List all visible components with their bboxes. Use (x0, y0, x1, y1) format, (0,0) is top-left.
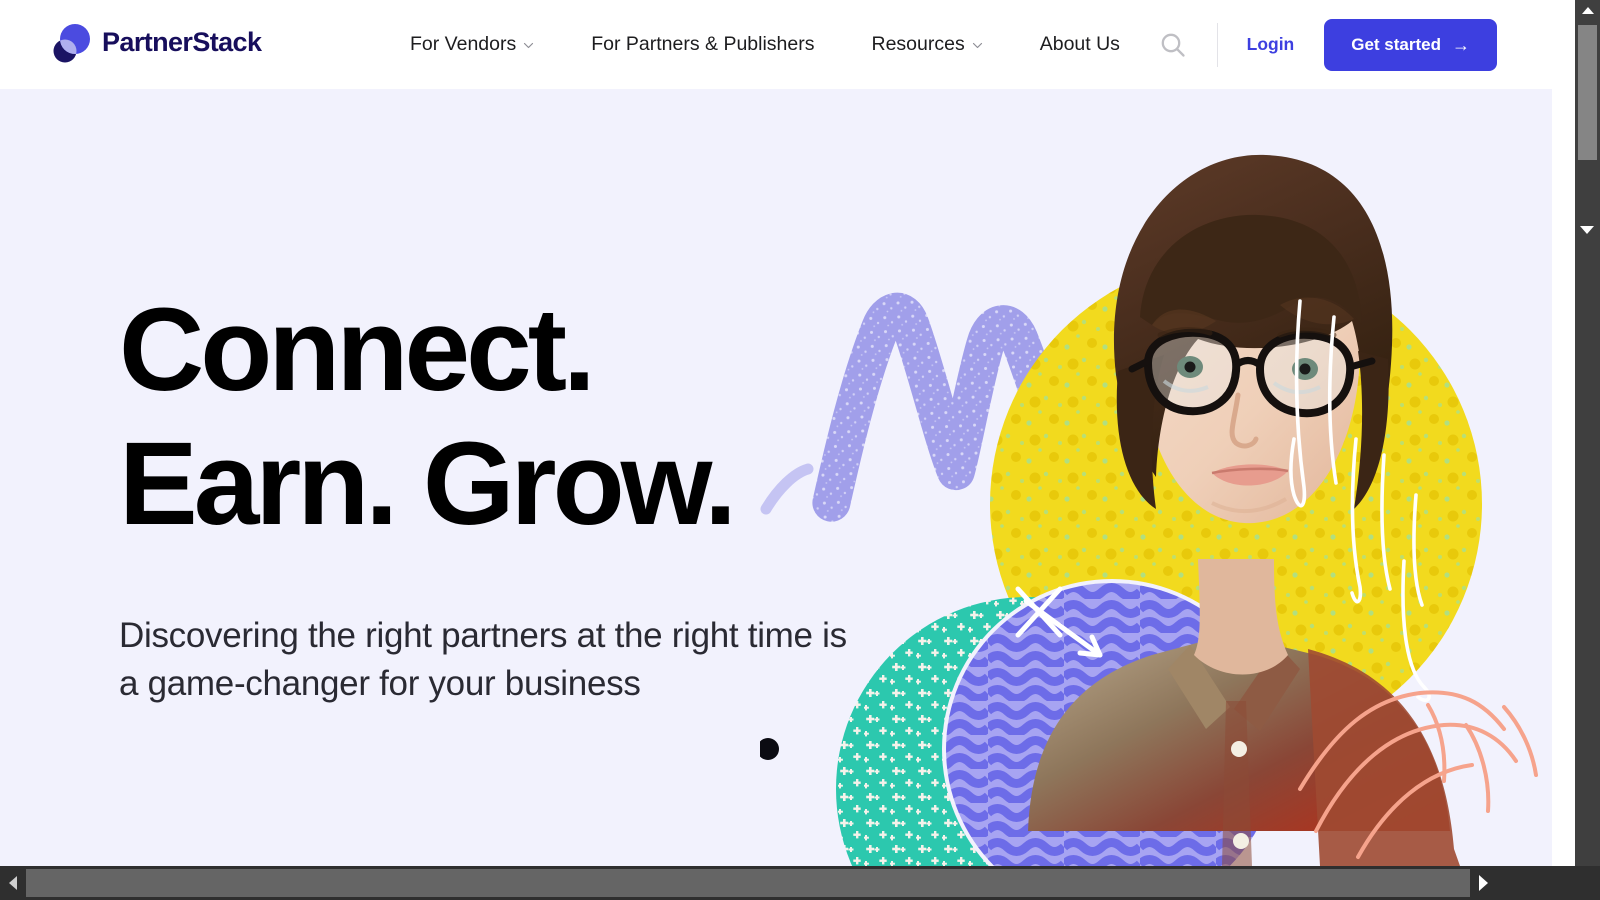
nav-label-about-us: About Us (1039, 33, 1120, 55)
brand-name: PartnerStack (102, 27, 262, 57)
scroll-right-button[interactable] (1470, 866, 1496, 900)
header-divider (1216, 22, 1218, 67)
black-dot (760, 738, 779, 760)
page-content: PartnerStack For Vendors For Partners & … (0, 0, 1552, 866)
arrow-right-icon: → (1452, 34, 1470, 55)
scroll-up-button[interactable] (1575, 0, 1600, 21)
hero-title-line-1: Connect. (119, 284, 596, 416)
search-button[interactable] (1156, 28, 1190, 62)
scroll-left-button[interactable] (0, 866, 26, 900)
brand-logo-link[interactable]: PartnerStack (51, 20, 262, 65)
main-navigation: For Vendors For Partners & Publishers Re… (410, 0, 1120, 89)
triangle-up-icon (1581, 7, 1594, 14)
triangle-down-icon (1580, 226, 1594, 234)
nav-label-for-vendors: For Vendors (410, 33, 517, 55)
nav-item-about-us[interactable]: About Us (1040, 33, 1120, 56)
get-started-label: Get started (1351, 34, 1441, 54)
vertical-scrollbar[interactable] (1575, 0, 1600, 866)
nav-item-for-partners-and-publishers[interactable]: For Partners & Publishers (591, 33, 814, 56)
hero-title: Connect. Earn. Grow. (119, 291, 919, 551)
chevron-down-icon (523, 40, 534, 51)
triangle-left-icon (9, 876, 17, 890)
login-link[interactable]: Login (1247, 34, 1295, 55)
search-icon (1158, 30, 1188, 60)
nav-label-resources: Resources (871, 33, 965, 55)
partnerstack-circles-logo-icon (51, 20, 91, 65)
hero-copy: Connect. Earn. Grow. Discovering the rig… (119, 291, 919, 709)
chevron-down-icon (972, 40, 983, 51)
vertical-scrollbar-thumb[interactable] (1578, 25, 1597, 160)
hero-title-line-2: Earn. Grow. (119, 418, 737, 551)
site-header: PartnerStack For Vendors For Partners & … (0, 0, 1552, 89)
triangle-right-icon (1478, 875, 1488, 891)
horizontal-scrollbar[interactable] (0, 866, 1600, 900)
horizontal-scrollbar-thumb[interactable] (26, 869, 1470, 897)
browser-viewport: PartnerStack For Vendors For Partners & … (0, 0, 1600, 900)
hero-section: Connect. Earn. Grow. Discovering the rig… (0, 89, 1552, 866)
nav-label-for-partners-and-publishers: For Partners & Publishers (591, 33, 815, 55)
nav-item-resources[interactable]: Resources (872, 33, 983, 56)
get-started-button[interactable]: Get started → (1324, 18, 1497, 71)
nav-item-for-vendors[interactable]: For Vendors (410, 33, 534, 56)
header-actions: Login Get started → (1156, 0, 1497, 89)
scrollbar-corner (1575, 226, 1600, 900)
hero-subtitle: Discovering the right partners at the ri… (119, 616, 847, 704)
